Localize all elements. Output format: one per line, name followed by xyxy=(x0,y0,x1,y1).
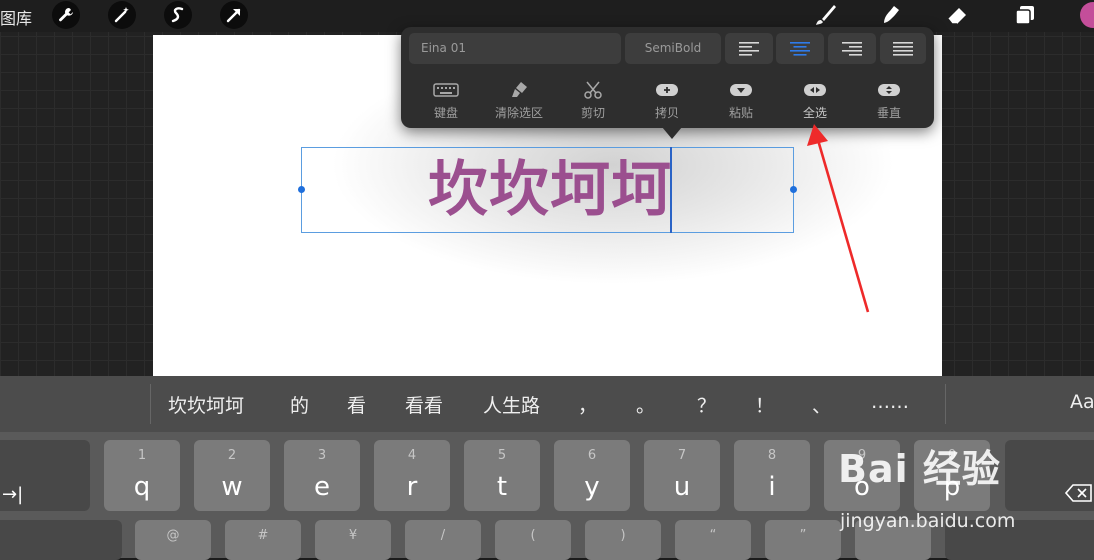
watermark-brand: Bai 经验 xyxy=(838,447,1001,491)
watermark-url: jingyan.baidu.com xyxy=(840,510,1016,532)
baidu-watermark: Bai 经验 jingyan.baidu.com xyxy=(838,438,1015,532)
